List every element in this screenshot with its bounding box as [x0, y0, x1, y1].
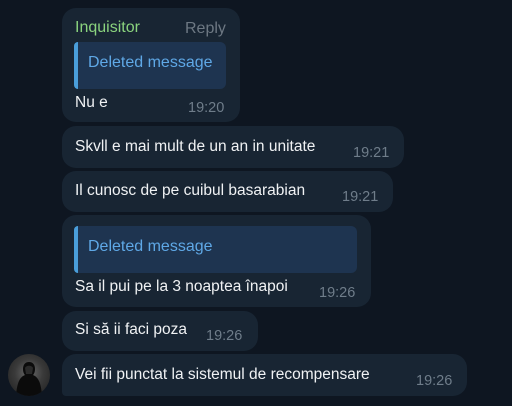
quoted-message[interactable]: Deleted message	[74, 42, 226, 89]
reply-button[interactable]: Reply	[185, 20, 226, 38]
quoted-message-text: Deleted message	[88, 238, 213, 255]
message-text: Vei fii punctat la sistemul de recompens…	[75, 366, 370, 383]
avatar-icon[interactable]	[8, 354, 50, 396]
message-bubble[interactable]: Deleted message Sa il pui pe la 3 noapte…	[62, 215, 371, 307]
message-time: 19:20	[188, 100, 225, 116]
message-text: Nu e	[75, 94, 108, 111]
message-bubble[interactable]: Inquisitor Reply Deleted message Nu e 19…	[62, 8, 240, 122]
quoted-message-text: Deleted message	[88, 54, 213, 71]
message-text: Sa il pui pe la 3 noaptea înapoi	[75, 278, 288, 295]
message-text: Skvll e mai mult de un an in unitate	[75, 138, 316, 155]
message-time: 19:21	[342, 189, 379, 205]
message-text: Il cunosc de pe cuibul basarabian	[75, 182, 306, 199]
sender-name[interactable]: Inquisitor	[75, 19, 140, 37]
message-time: 19:26	[319, 285, 356, 301]
message-time: 19:26	[416, 373, 453, 389]
avatar-figure	[16, 362, 42, 396]
message-bubble[interactable]: Skvll e mai mult de un an in unitate 19:…	[62, 126, 404, 168]
message-time: 19:26	[206, 328, 243, 344]
message-bubble[interactable]: Si să ii faci poza 19:26	[62, 311, 258, 351]
message-bubble[interactable]: Il cunosc de pe cuibul basarabian 19:21	[62, 171, 393, 212]
quoted-message[interactable]: Deleted message	[74, 226, 357, 273]
message-bubble[interactable]: Vei fii punctat la sistemul de recompens…	[62, 354, 467, 396]
message-text: Si să ii faci poza	[75, 321, 187, 338]
message-time: 19:21	[353, 145, 390, 161]
